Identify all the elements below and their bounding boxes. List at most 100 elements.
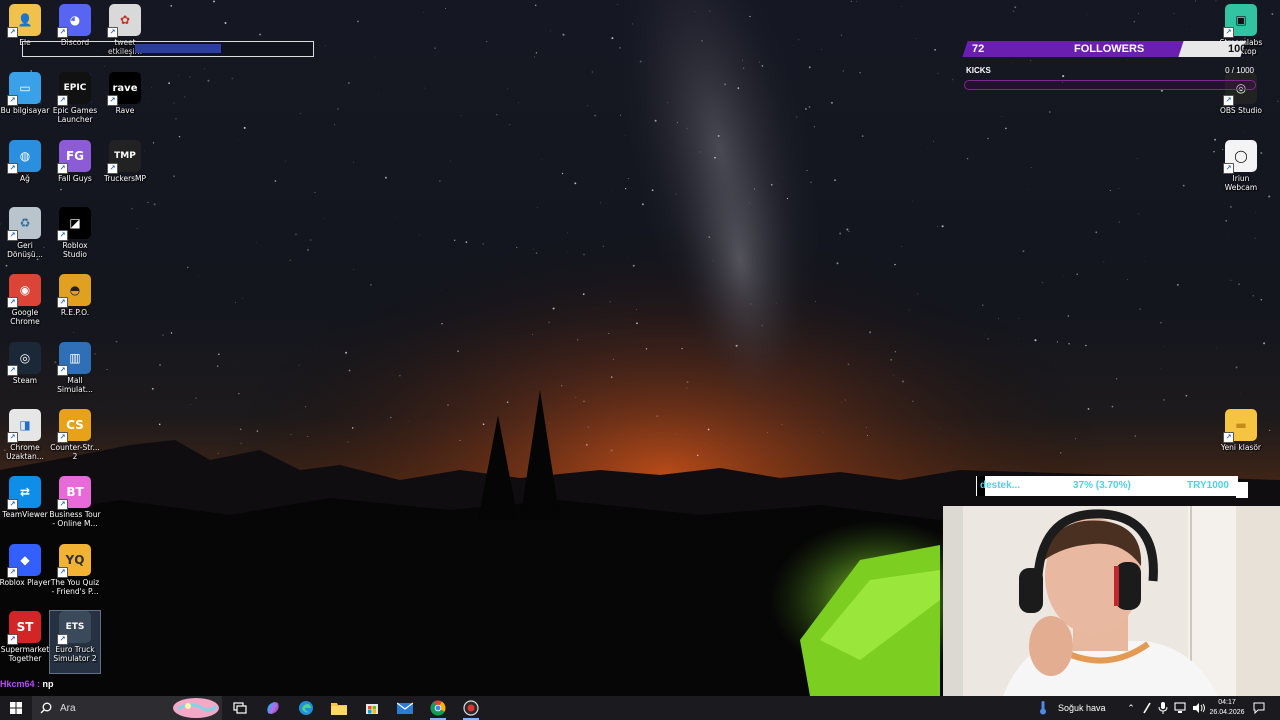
shortcut-arrow-icon: ↗ <box>7 567 18 578</box>
tweet-etkilesim-icon: ✿ ↗ <box>107 4 141 38</box>
taskbar-search-box[interactable]: Ara <box>32 696 222 720</box>
desktop-icon-label: Google Chrome <box>10 308 40 326</box>
taskbar-mail[interactable] <box>391 696 419 720</box>
desktop-icon-supermarket-together[interactable]: ST ↗ Supermarket Together <box>0 611 50 673</box>
text-selection <box>135 44 221 53</box>
chrome-remote-icon: ◨ ↗ <box>7 409 41 443</box>
record-icon <box>463 700 479 716</box>
taskbar-file-explorer[interactable] <box>325 696 353 720</box>
desktop-icon-label: Euro Truck Simulator 2 <box>53 645 97 663</box>
google-chrome-icon: ◉ ↗ <box>7 274 41 308</box>
desktop-icon-label: The You Quiz - Friend's P... <box>50 578 100 596</box>
epic-games-icon: EPIC ↗ <box>57 72 91 106</box>
desktop-icon-epic-games[interactable]: EPIC ↗ Epic Games Launcher <box>50 72 100 134</box>
desktop-icon-label: OBS Studio <box>1220 106 1262 115</box>
desktop-icon-google-chrome[interactable]: ◉ ↗ Google Chrome <box>0 274 50 336</box>
desktop-icon-label: Supermarket Together <box>0 645 50 663</box>
desktop-icon-label: R.E.P.O. <box>60 308 90 317</box>
teamviewer-icon: ⇄ ↗ <box>7 476 41 510</box>
desktop-icon-label: Roblox Studio <box>62 241 88 259</box>
new-folder-icon: ▬ ↗ <box>1223 409 1257 443</box>
pen-icon[interactable] <box>1142 702 1152 714</box>
shortcut-arrow-icon: ↗ <box>7 230 18 241</box>
desktop-icon-label: TeamViewer <box>2 510 48 519</box>
desktop-icon-label: Fall Guys <box>58 174 92 183</box>
desktop-icon-you-quiz[interactable]: YQ ↗ The You Quiz - Friend's P... <box>50 544 100 606</box>
desktop-icon-rave[interactable]: rave ↗ Rave <box>100 72 150 134</box>
discord-icon: ◕ ↗ <box>57 4 91 38</box>
shortcut-arrow-icon: ↗ <box>1223 432 1234 443</box>
kicks-value: 0 / 1000 <box>1225 66 1254 75</box>
streamlabs-icon: ▣ ↗ <box>1223 4 1257 38</box>
desktop-icon-repo[interactable]: ◓ ↗ R.E.P.O. <box>50 274 100 336</box>
steam-icon: ◎ ↗ <box>7 342 41 376</box>
rename-textbox[interactable] <box>22 41 314 57</box>
shortcut-arrow-icon: ↗ <box>57 567 68 578</box>
desktop-icon-new-folder[interactable]: ▬ ↗ Yeni klasör <box>1216 409 1266 471</box>
roblox-studio-icon: ◪ ↗ <box>57 207 91 241</box>
desktop-icon-roblox-player[interactable]: ◆ ↗ Roblox Player <box>0 544 50 606</box>
folder-icon <box>331 703 347 715</box>
shortcut-arrow-icon: ↗ <box>107 95 118 106</box>
network-icon[interactable] <box>1174 702 1186 714</box>
shortcut-arrow-icon: ↗ <box>107 27 118 38</box>
desktop-icon-chrome-remote[interactable]: ◨ ↗ Chrome Uzaktan... <box>0 409 50 471</box>
edge-icon <box>299 701 313 715</box>
clock-time: 04:17 <box>1218 699 1236 706</box>
webcam-feed <box>943 506 1280 696</box>
store-icon <box>366 704 378 714</box>
desktop-icon-roblox-studio[interactable]: ◪ ↗ Roblox Studio <box>50 207 100 269</box>
shortcut-arrow-icon: ↗ <box>1223 27 1234 38</box>
desktop-icon-teamviewer[interactable]: ⇄ ↗ TeamViewer <box>0 476 50 538</box>
shortcut-arrow-icon: ↗ <box>7 297 18 308</box>
desktop-icon-label: Ağ <box>20 174 30 183</box>
desktop-icon-label: Iriun Webcam <box>1224 174 1258 192</box>
desktop-icon-euro-truck-simulator-2[interactable]: ETS ↗ Euro Truck Simulator 2 <box>49 610 101 674</box>
desktop-icon-label: Roblox Player <box>0 578 51 587</box>
donation-goal-bar: destek... 37% (3.70%) TRY1000 <box>976 476 1248 498</box>
desktop-icon-steam[interactable]: ◎ ↗ Steam <box>0 342 50 404</box>
euro-truck-simulator-2-icon: ETS ↗ <box>57 611 91 645</box>
taskbar-chrome[interactable] <box>424 696 452 720</box>
search-icon <box>40 702 52 714</box>
notifications-button[interactable] <box>1252 696 1266 720</box>
followers-goal: 100 <box>1228 43 1247 55</box>
weather-widget[interactable]: Soğuk hava <box>1038 696 1106 720</box>
desktop-icon-this-pc[interactable]: ▭ ↗ Bu bilgisayar <box>0 72 50 134</box>
desktop-icon-business-tour[interactable]: BT ↗ Business Tour - Online M... <box>49 476 101 538</box>
this-pc-icon: ▭ ↗ <box>7 72 41 106</box>
search-placeholder: Ara <box>60 702 76 714</box>
donation-percent: 37% (3.70%) <box>1073 480 1131 491</box>
mall-simulator-icon: ▥ ↗ <box>57 342 91 376</box>
shortcut-arrow-icon: ↗ <box>57 499 68 510</box>
taskbar-edge[interactable] <box>292 696 320 720</box>
desktop-icon-truckersmp[interactable]: TMP ↗ TruckersMP <box>100 140 150 202</box>
desktop-icon-label: TruckersMP <box>103 174 147 183</box>
desktop-icon-counter-strike-2[interactable]: CS ↗ Counter-Str... 2 <box>50 409 100 471</box>
desktop-icon-label: Yeni klasör <box>1220 443 1262 452</box>
clock-date: 26.04.2026 <box>1209 709 1245 716</box>
taskbar-copilot[interactable] <box>259 696 287 720</box>
task-view-button[interactable] <box>226 696 254 720</box>
start-button[interactable] <box>4 696 28 720</box>
chrome-icon <box>430 700 446 716</box>
thermometer-icon <box>1040 701 1046 715</box>
kicks-progress-track <box>964 80 1256 90</box>
desktop-icon-network[interactable]: ◍ ↗ Ağ <box>0 140 50 202</box>
desktop-icon-recycle-bin[interactable]: ♻ ↗ Geri Dönüşü... <box>0 207 50 269</box>
user-folder-icon: 👤 ↗ <box>7 4 41 38</box>
taskbar-microsoft-store[interactable] <box>358 696 386 720</box>
clock[interactable]: 04:17 26.04.2026 <box>1204 696 1250 720</box>
desktop-icon-label: Counter-Str... 2 <box>50 443 100 461</box>
desktop-icon-fall-guys[interactable]: FG ↗ Fall Guys <box>50 140 100 202</box>
chevron-up-icon[interactable]: ⌃ <box>1124 703 1138 714</box>
system-tray: ⌃ <box>1124 696 1206 720</box>
desktop-icon-label: Bu bilgisayar <box>0 106 50 115</box>
desktop-icon-mall-simulator[interactable]: ▥ ↗ Mall Simulat... <box>50 342 100 404</box>
shortcut-arrow-icon: ↗ <box>57 95 68 106</box>
microphone-icon[interactable] <box>1158 702 1168 714</box>
taskbar-streamlabs[interactable] <box>457 696 485 720</box>
donation-bar-end <box>1236 482 1248 498</box>
followers-current: 72 <box>972 43 985 55</box>
desktop-icon-iriun-webcam[interactable]: ◯ ↗ Iriun Webcam <box>1216 140 1266 202</box>
